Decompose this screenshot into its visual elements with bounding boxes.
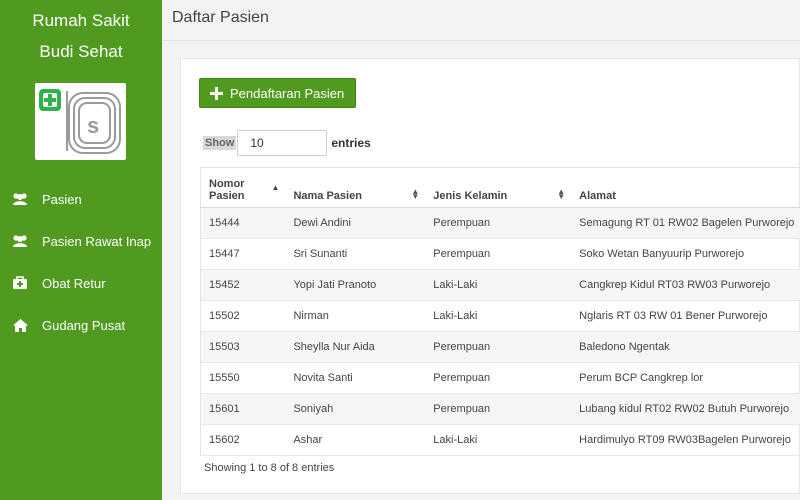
cell-nama: Novita Santi [285, 362, 426, 394]
cell-nama: Nirman [285, 300, 426, 332]
cell-alamat: Semagung RT 01 RW02 Bagelen Purworejo [571, 207, 800, 239]
content-panel: Pendaftaran Pasien Show entries Nomor Pa… [180, 58, 800, 494]
svg-text:s: s [87, 113, 99, 138]
cell-nama: Soniyah [285, 393, 426, 425]
users-icon [10, 191, 30, 207]
table-row[interactable]: 15503 Sheylla Nur Aida Perempuan Baledon… [200, 331, 800, 363]
column-header-nama[interactable]: Nama Pasien ▲ ▼ [285, 167, 426, 208]
cell-alamat: Cangkrep Kidul RT03 RW03 Purworejo [571, 269, 800, 301]
sidebar-item-obat-retur[interactable]: Obat Retur [0, 262, 162, 304]
medkit-icon [10, 275, 30, 291]
cell-alamat: Nglaris RT 03 RW 01 Bener Purworejo [571, 300, 800, 332]
patient-table: Nomor Pasien ▲ Nama Pasien ▲ ▼ Jenis Kela… [200, 167, 800, 456]
table-row[interactable]: 15550 Novita Santi Perempuan Perum BCP C… [200, 362, 800, 394]
cell-nomor: 15452 [200, 269, 286, 301]
logo-icon: s [39, 89, 121, 154]
cell-nomor: 15502 [200, 300, 286, 332]
sidebar-item-label: Gudang Pusat [42, 317, 126, 333]
brand: Rumah Sakit Budi Sehat [0, 0, 162, 67]
cell-jenis-kelamin: Perempuan [425, 393, 572, 425]
add-patient-button-label: Pendaftaran Pasien [230, 85, 345, 101]
sort-both-icon: ▲ ▼ [411, 187, 420, 201]
cell-alamat: Hardimulyo RT09 RW03Bagelen Purworejo [571, 424, 800, 456]
column-header-label: Jenis Kelamin [433, 190, 508, 202]
table-info: Showing 1 to 8 of 8 entries [204, 462, 335, 474]
add-patient-button[interactable]: Pendaftaran Pasien [199, 78, 357, 108]
cell-jenis-kelamin: Perempuan [425, 238, 572, 270]
cell-alamat: Lubang kidul RT02 RW02 Butuh Purworejo [571, 393, 800, 425]
sort-asc-icon: ▲ [271, 183, 280, 192]
cell-jenis-kelamin: Perempuan [425, 207, 572, 239]
sidebar-item-label: Pasien Rawat Inap [42, 233, 152, 249]
table-row[interactable]: 15452 Yopi Jati Pranoto Laki-Laki Cangkr… [200, 269, 800, 301]
entries-select[interactable] [237, 130, 328, 156]
page-title: Daftar Pasien [172, 9, 269, 26]
sidebar-item-label: Obat Retur [42, 275, 106, 291]
sidebar-menu: Pasien Pasien Rawat Inap Obat Retur Guda… [0, 178, 162, 346]
cell-nama: Dewi Andini [285, 207, 426, 239]
cell-alamat: Baledono Ngentak [571, 331, 800, 363]
cell-nomor: 15550 [200, 362, 286, 394]
cell-nomor: 15602 [200, 424, 286, 456]
brand-line2: Budi Sehat [39, 42, 123, 61]
column-header-label: Alamat [579, 190, 616, 202]
sidebar-item-label: Pasien [42, 191, 82, 207]
table-header-row: Nomor Pasien ▲ Nama Pasien ▲ ▼ Jenis Kela… [200, 167, 800, 208]
cell-nama: Ashar [285, 424, 426, 456]
table-row[interactable]: 15444 Dewi Andini Perempuan Semagung RT … [200, 207, 800, 239]
cell-nama: Yopi Jati Pranoto [285, 269, 426, 301]
users-icon [10, 233, 30, 249]
cell-jenis-kelamin: Perempuan [425, 331, 572, 363]
column-header-nomor[interactable]: Nomor Pasien ▲ [200, 167, 286, 208]
cell-jenis-kelamin: Laki-Laki [425, 300, 572, 332]
cell-alamat: Perum BCP Cangkrep lor [571, 362, 800, 394]
sidebar: Rumah Sakit Budi Sehat s Pasien Pasien R… [0, 0, 162, 500]
table-row[interactable]: 15447 Sri Sunanti Perempuan Soko Wetan B… [200, 238, 800, 270]
column-header-jenis-kelamin[interactable]: Jenis Kelamin ▲ ▼ [425, 167, 572, 208]
sort-both-icon: ▲ ▼ [557, 187, 566, 201]
home-icon [10, 317, 30, 333]
table-row[interactable]: 15601 Soniyah Perempuan Lubang kidul RT0… [200, 393, 800, 425]
cell-jenis-kelamin: Perempuan [425, 362, 572, 394]
column-header-alamat[interactable]: Alamat [571, 167, 800, 208]
top-bar: Daftar Pasien [162, 0, 800, 41]
sidebar-item-gudang-pusat[interactable]: Gudang Pusat [0, 304, 162, 346]
cell-alamat: Soko Wetan Banyuurip Purworejo [571, 238, 800, 270]
entries-length-control: Show entries [203, 130, 371, 156]
show-label: Show [203, 136, 237, 150]
sidebar-item-pasien[interactable]: Pasien [0, 178, 162, 220]
cell-nomor: 15447 [200, 238, 286, 270]
cell-jenis-kelamin: Laki-Laki [425, 269, 572, 301]
table-row[interactable]: 15502 Nirman Laki-Laki Nglaris RT 03 RW … [200, 300, 800, 332]
cell-nama: Sheylla Nur Aida [285, 331, 426, 363]
brand-line1: Rumah Sakit [32, 11, 130, 30]
entries-label: entries [331, 136, 371, 150]
column-header-label: Nama Pasien [293, 190, 362, 202]
plus-icon [210, 86, 223, 100]
cell-nomor: 15444 [200, 207, 286, 239]
cell-jenis-kelamin: Laki-Laki [425, 424, 572, 456]
cell-nomor: 15601 [200, 393, 286, 425]
sidebar-item-pasien-rawat-inap[interactable]: Pasien Rawat Inap [0, 220, 162, 262]
hospital-logo: s [35, 83, 126, 160]
cell-nomor: 15503 [200, 331, 286, 363]
table-row[interactable]: 15602 Ashar Laki-Laki Hardimulyo RT09 RW… [200, 424, 800, 456]
cell-nama: Sri Sunanti [285, 238, 426, 270]
